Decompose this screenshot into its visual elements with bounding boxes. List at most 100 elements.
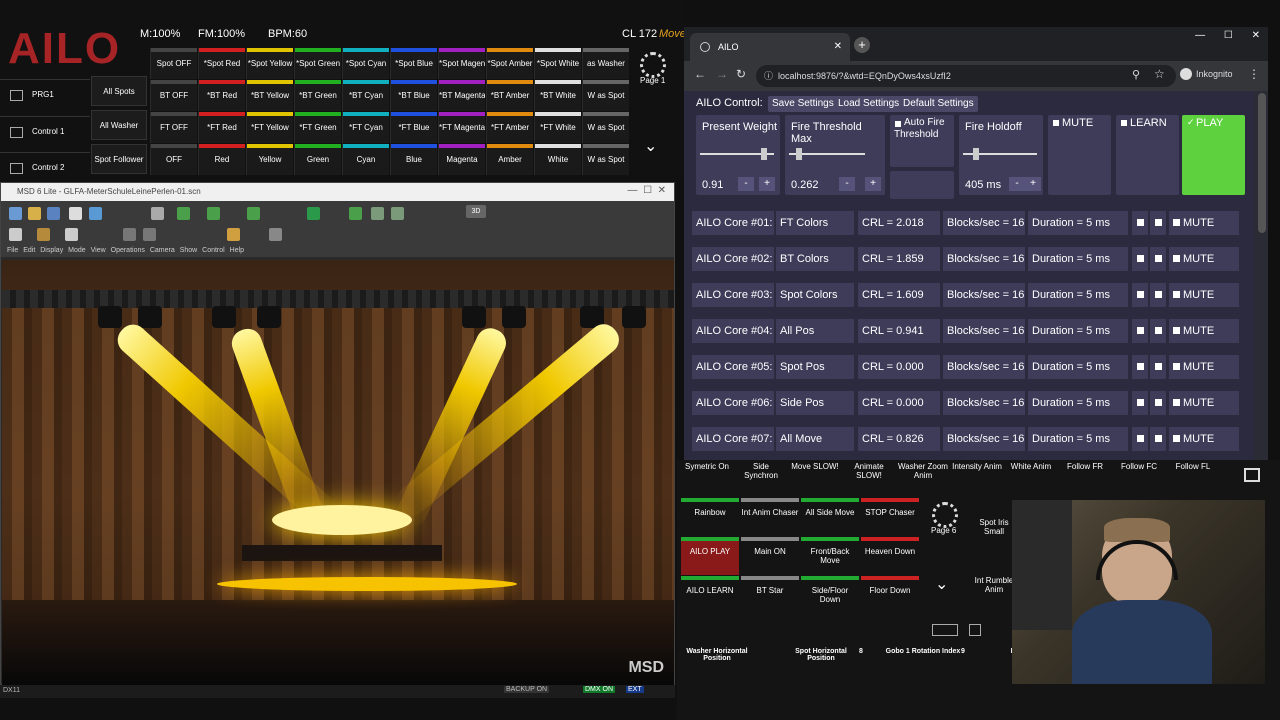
core-mute-button[interactable]: MUTE bbox=[1169, 211, 1239, 235]
preset-cell[interactable]: Amber bbox=[486, 144, 533, 175]
core-mute-button[interactable]: MUTE bbox=[1169, 283, 1239, 307]
core-checkbox-a[interactable] bbox=[1137, 255, 1144, 262]
preset-cell[interactable]: *BT Green bbox=[294, 80, 341, 111]
fire-threshold-increment[interactable]: + bbox=[865, 177, 881, 191]
core-checkbox-a[interactable] bbox=[1137, 327, 1144, 334]
search-icon[interactable]: ⚲ bbox=[1132, 68, 1140, 81]
core-checkbox-b[interactable] bbox=[1155, 435, 1162, 442]
console-button[interactable]: Rainbow bbox=[681, 498, 739, 536]
core-mute-button[interactable]: MUTE bbox=[1169, 247, 1239, 271]
mute-checkbox[interactable] bbox=[1173, 327, 1180, 334]
effect-button[interactable]: Symetric On bbox=[681, 460, 733, 494]
core-checkbox-a[interactable] bbox=[1137, 435, 1144, 442]
core-mute-button[interactable]: MUTE bbox=[1169, 355, 1239, 379]
preset-cell[interactable]: White bbox=[534, 144, 581, 175]
mute-checkbox[interactable] bbox=[1173, 363, 1180, 370]
core-checkbox-b[interactable] bbox=[1155, 255, 1162, 262]
slider-handle[interactable] bbox=[761, 148, 768, 160]
mute-checkbox[interactable] bbox=[1053, 120, 1059, 126]
fader-label[interactable]: Spot Horizontal Position bbox=[781, 648, 861, 662]
preset-cell[interactable]: *FT Green bbox=[294, 112, 341, 143]
core-checkbox-a[interactable] bbox=[1137, 219, 1144, 226]
menu-file[interactable]: File bbox=[7, 247, 18, 254]
preset-cell[interactable]: *FT Amber bbox=[486, 112, 533, 143]
mute-checkbox[interactable] bbox=[1173, 435, 1180, 442]
rotate-icon[interactable] bbox=[247, 207, 260, 220]
play-button[interactable]: ✓ PLAY bbox=[1182, 115, 1245, 195]
core-checkbox-a[interactable] bbox=[1137, 363, 1144, 370]
preset-cell[interactable]: *Spot White bbox=[534, 48, 581, 79]
preset-cell[interactable]: *BT Cyan bbox=[342, 80, 389, 111]
console-button[interactable]: BT Star bbox=[741, 576, 799, 614]
menu-show-control[interactable]: Show Control bbox=[180, 247, 225, 254]
preset-cell[interactable]: *BT Yellow bbox=[246, 80, 293, 111]
effect-button[interactable]: Animate SLOW! bbox=[843, 460, 895, 494]
grid-icon[interactable] bbox=[969, 624, 981, 636]
present-weight-decrement[interactable]: - bbox=[738, 177, 754, 191]
console-button[interactable]: All Side Move bbox=[801, 498, 859, 536]
console-button[interactable]: Heaven Down bbox=[861, 537, 919, 575]
learn-button[interactable]: LEARN bbox=[1116, 115, 1179, 195]
mute-checkbox[interactable] bbox=[1173, 399, 1180, 406]
preset-cell[interactable]: *Spot Magenta bbox=[438, 48, 485, 79]
core-checkbox-a[interactable] bbox=[1137, 399, 1144, 406]
menu-display-mode[interactable]: Display Mode bbox=[40, 247, 85, 254]
fx-button-all-washer[interactable]: All Washer bbox=[91, 110, 147, 140]
preset-cell[interactable]: as Washer bbox=[582, 48, 629, 79]
preset-cell[interactable]: W as Spot bbox=[582, 112, 629, 143]
gear-icon[interactable] bbox=[932, 502, 958, 528]
button-spot-iris-small[interactable]: Spot Iris Small bbox=[974, 512, 1014, 550]
fader-label[interactable]: Gobo 1 Rotation Index bbox=[883, 648, 963, 655]
box-icon[interactable] bbox=[123, 228, 136, 241]
zoom-icon[interactable] bbox=[307, 207, 320, 220]
console-button[interactable]: AILO PLAY bbox=[681, 537, 739, 575]
mute-button[interactable]: MUTE bbox=[1048, 115, 1111, 195]
menu-kebab-icon[interactable]: ⋮ bbox=[1248, 67, 1260, 81]
preset-cell[interactable]: *Spot Yellow bbox=[246, 48, 293, 79]
menu-view[interactable]: View bbox=[91, 247, 106, 254]
preset-cell[interactable]: *Spot Blue bbox=[390, 48, 437, 79]
preset-cell[interactable]: *Spot Amber bbox=[486, 48, 533, 79]
layout-icon[interactable] bbox=[349, 207, 362, 220]
preset-cell[interactable]: *FT Cyan bbox=[342, 112, 389, 143]
target-icon[interactable] bbox=[37, 228, 50, 241]
preset-cell[interactable]: *FT Magenta bbox=[438, 112, 485, 143]
effect-button[interactable]: Follow FR bbox=[1059, 460, 1111, 494]
core-mute-button[interactable]: MUTE bbox=[1169, 319, 1239, 343]
preset-cell[interactable]: Cyan bbox=[342, 144, 389, 175]
fx-button-spot-follower[interactable]: Spot Follower bbox=[91, 144, 147, 174]
preset-cell[interactable]: *BT Blue bbox=[390, 80, 437, 111]
chevron-down-icon[interactable]: ⌄ bbox=[935, 574, 948, 594]
preset-cell[interactable]: *BT Magenta bbox=[438, 80, 485, 111]
new-tab-icon[interactable]: + bbox=[854, 37, 870, 53]
scrollbar[interactable] bbox=[1258, 93, 1266, 233]
preset-cell[interactable]: *Spot Red bbox=[198, 48, 245, 79]
menu-camera[interactable]: Camera bbox=[150, 247, 175, 254]
redo-icon[interactable] bbox=[391, 207, 404, 220]
fire-holdoff-increment[interactable]: + bbox=[1025, 177, 1041, 191]
track-prg1[interactable]: PRG1 bbox=[0, 79, 90, 109]
close-tab-icon[interactable]: ✕ bbox=[834, 33, 842, 61]
default-settings-button[interactable]: Default Settings bbox=[899, 96, 978, 112]
menu-operations[interactable]: Operations bbox=[111, 247, 145, 254]
present-weight-increment[interactable]: + bbox=[759, 177, 775, 191]
preset-cell[interactable]: *BT Amber bbox=[486, 80, 533, 111]
preset-cell[interactable]: Yellow bbox=[246, 144, 293, 175]
core-checkbox-b[interactable] bbox=[1155, 399, 1162, 406]
reload-icon[interactable]: ↻ bbox=[736, 67, 746, 81]
console-button[interactable]: Floor Down bbox=[861, 576, 919, 614]
learn-checkbox[interactable] bbox=[1121, 120, 1127, 126]
lock-icon[interactable] bbox=[227, 228, 240, 241]
profile-label[interactable]: Inkognito bbox=[1196, 69, 1233, 79]
console-button[interactable]: AILO LEARN bbox=[681, 576, 739, 614]
preset-cell[interactable]: *Spot Cyan bbox=[342, 48, 389, 79]
console-button[interactable]: Front/Back Move bbox=[801, 537, 859, 575]
stage-viewport[interactable]: MSD bbox=[2, 260, 674, 685]
preset-cell[interactable]: W as Spot bbox=[582, 80, 629, 111]
mute-checkbox[interactable] bbox=[1173, 291, 1180, 298]
preset-cell[interactable]: Green bbox=[294, 144, 341, 175]
preset-cell[interactable]: OFF bbox=[150, 144, 197, 175]
forward-icon[interactable]: → bbox=[716, 67, 728, 81]
save-icon[interactable] bbox=[47, 207, 60, 220]
effect-button[interactable]: Washer Zoom Anim bbox=[897, 460, 949, 494]
